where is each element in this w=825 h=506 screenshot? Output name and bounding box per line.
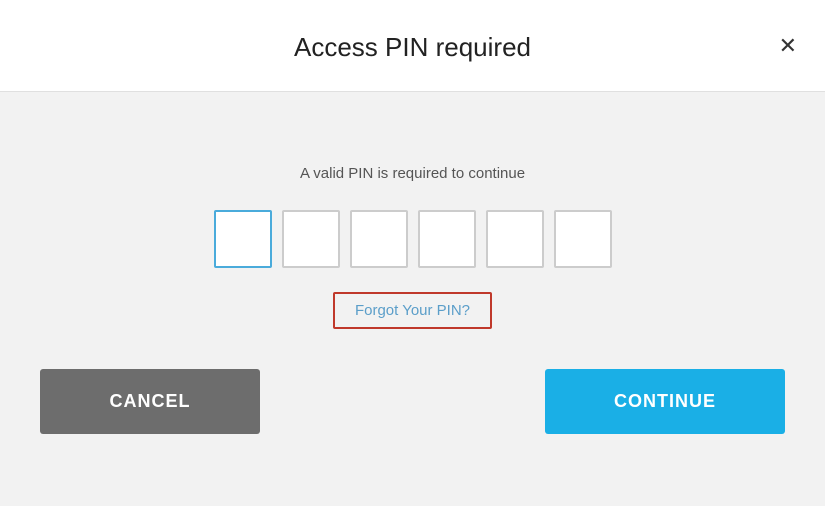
modal-header: Access PIN required ✕ bbox=[0, 0, 825, 92]
modal-title: Access PIN required bbox=[294, 32, 531, 63]
pin-input-row bbox=[214, 210, 612, 268]
continue-button[interactable]: CONTINUE bbox=[545, 369, 785, 434]
pin-digit-4[interactable] bbox=[418, 210, 476, 268]
close-button[interactable]: ✕ bbox=[775, 31, 801, 61]
pin-digit-6[interactable] bbox=[554, 210, 612, 268]
action-buttons: CANCEL CONTINUE bbox=[40, 369, 785, 434]
cancel-button[interactable]: CANCEL bbox=[40, 369, 260, 434]
pin-digit-2[interactable] bbox=[282, 210, 340, 268]
modal-body: A valid PIN is required to continue Forg… bbox=[0, 92, 825, 506]
pin-digit-3[interactable] bbox=[350, 210, 408, 268]
forgot-pin-button[interactable]: Forgot Your PIN? bbox=[333, 292, 492, 329]
pin-digit-5[interactable] bbox=[486, 210, 544, 268]
access-pin-modal: Access PIN required ✕ A valid PIN is req… bbox=[0, 0, 825, 506]
pin-digit-1[interactable] bbox=[214, 210, 272, 268]
subtitle-text: A valid PIN is required to continue bbox=[300, 165, 525, 182]
